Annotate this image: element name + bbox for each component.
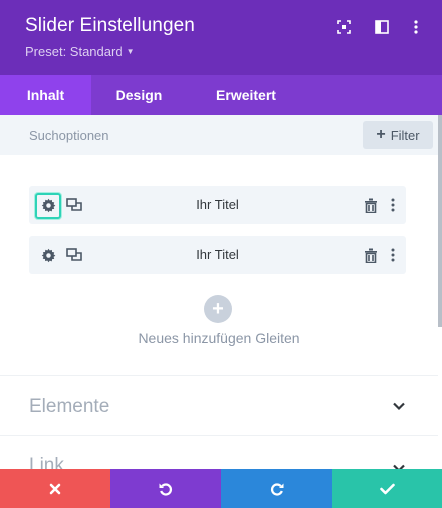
check-icon (379, 483, 395, 494)
redo-icon (270, 482, 283, 496)
search-input[interactable]: Suchoptionen (29, 128, 109, 143)
delete-icon[interactable] (362, 196, 380, 214)
slider-item[interactable]: Ihr Titel (29, 236, 406, 274)
add-item-button[interactable]: + (204, 295, 232, 323)
section-elemente[interactable]: Elemente (0, 375, 438, 435)
add-item-label[interactable]: Neues hinzufügen Gleiten (0, 330, 438, 346)
caret-down-icon: ▼ (126, 47, 135, 56)
section-title: Elemente (29, 396, 110, 417)
tab-erweitert[interactable]: Erweitert (187, 75, 305, 115)
item-title: Ihr Titel (196, 197, 239, 212)
delete-icon[interactable] (362, 246, 380, 264)
tab-design[interactable]: Design (91, 75, 187, 115)
save-button[interactable] (332, 469, 442, 508)
undo-icon (159, 482, 172, 496)
item-more-icon[interactable] (384, 246, 402, 264)
split-view-icon[interactable] (373, 18, 391, 36)
filter-button[interactable]: + Filter (363, 121, 433, 149)
section-link[interactable]: Link (0, 435, 438, 469)
modal-title: Slider Einstellungen (25, 15, 195, 36)
filter-label: Filter (390, 127, 420, 143)
scrollbar[interactable] (438, 115, 442, 327)
undo-button[interactable] (110, 469, 221, 508)
more-options-icon[interactable] (407, 18, 425, 36)
close-icon (49, 483, 61, 494)
preset-selector[interactable]: Preset: Standard ▼ (25, 44, 134, 59)
item-more-icon[interactable] (384, 196, 402, 214)
tab-bar: Inhalt Design Erweitert (0, 75, 442, 115)
discard-button[interactable] (0, 469, 110, 508)
tab-inhalt[interactable]: Inhalt (0, 75, 91, 115)
plus-icon: + (212, 298, 224, 320)
plus-icon: + (376, 126, 386, 143)
redo-button[interactable] (221, 469, 332, 508)
expand-icon[interactable] (335, 18, 353, 36)
slider-item[interactable]: Ihr Titel (29, 186, 406, 224)
settings-header: Slider Einstellungen Preset: Standard ▼ (0, 0, 442, 75)
section-title: Link (29, 455, 64, 469)
item-title: Ihr Titel (196, 247, 239, 262)
preset-label: Preset: Standard (25, 44, 123, 59)
chevron-down-icon (390, 397, 408, 415)
action-bar (0, 469, 442, 508)
chevron-down-icon (390, 459, 408, 469)
